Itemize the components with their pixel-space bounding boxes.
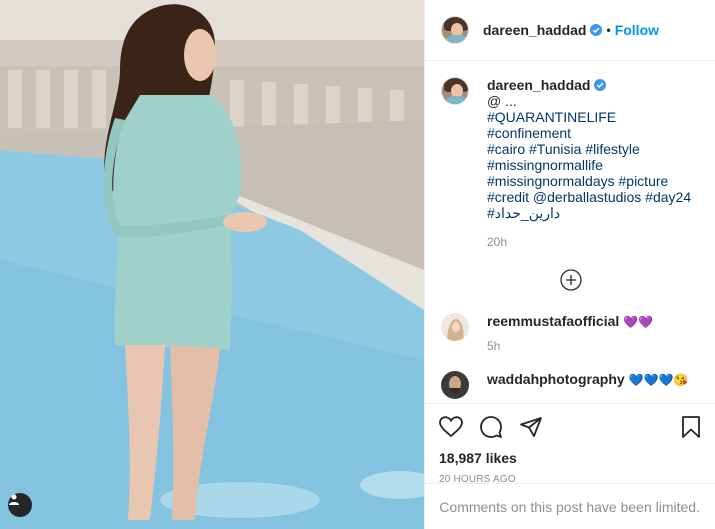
commenter-username[interactable]: reemmustafaofficial (487, 313, 619, 329)
caption-line[interactable]: #cairo #Tunisia #lifestyle (487, 141, 697, 157)
post-header: dareen_haddad • Follow (425, 0, 715, 61)
post-side-panel: dareen_haddad • Follow dareen_haddad @ .… (424, 0, 715, 529)
comment-item: waddahphotography 💙💙💙😘 (441, 371, 700, 399)
post-photo[interactable] (0, 0, 424, 529)
heart-icon[interactable] (439, 416, 463, 438)
caption-username[interactable]: dareen_haddad (487, 77, 590, 93)
save-icon[interactable] (680, 415, 702, 439)
caption-time[interactable]: 20h (487, 235, 697, 249)
caption-line[interactable]: #دارين_حداد (487, 205, 697, 221)
comment-icon[interactable] (479, 415, 503, 439)
author-username-row: dareen_haddad • Follow (483, 22, 659, 38)
post-actions: 18,987 likes 20 HOURS AGO Comments on th… (425, 403, 715, 529)
comment-item: reemmustafaofficial 💜💜 5h (441, 313, 700, 353)
share-icon[interactable] (519, 416, 543, 438)
caption-username-row: dareen_haddad (487, 77, 697, 93)
load-more-icon (559, 269, 582, 291)
likes-count[interactable]: 18,987 likes (425, 450, 715, 466)
caption-line[interactable]: #QUARANTINELIFE #confinement (487, 109, 697, 141)
verified-badge-icon (594, 79, 607, 91)
caption-avatar[interactable] (441, 77, 469, 105)
author-username[interactable]: dareen_haddad (483, 22, 586, 38)
author-avatar[interactable] (441, 16, 469, 44)
comment-text: 💙💙💙😘 (628, 373, 689, 387)
caption: dareen_haddad @ ... #QUARANTINELIFE #con… (441, 77, 700, 249)
caption-line[interactable]: #missingnormaldays #picture (487, 173, 697, 189)
comment-text: 💜💜 (623, 315, 654, 329)
user-tag-icon[interactable] (8, 493, 32, 517)
commenter-username[interactable]: waddahphotography (487, 371, 625, 387)
verified-badge-icon (590, 24, 603, 36)
commenter-avatar[interactable] (441, 371, 469, 399)
commenter-avatar[interactable] (441, 313, 469, 341)
comments-area: dareen_haddad @ ... #QUARANTINELIFE #con… (425, 61, 715, 403)
comments-limited-notice: Comments on this post have been limited. (425, 483, 715, 529)
photo-illustration (0, 0, 424, 529)
follow-button[interactable]: Follow (615, 22, 659, 38)
caption-line: @ ... (487, 93, 517, 109)
load-more-button[interactable] (441, 269, 700, 291)
caption-line[interactable]: #credit @derballastudios #day24 (487, 189, 697, 205)
comment-time[interactable]: 5h (487, 339, 653, 353)
separator-dot: • (606, 23, 611, 37)
action-icons-row (425, 404, 715, 450)
caption-line[interactable]: #missingnormallife (487, 157, 697, 173)
